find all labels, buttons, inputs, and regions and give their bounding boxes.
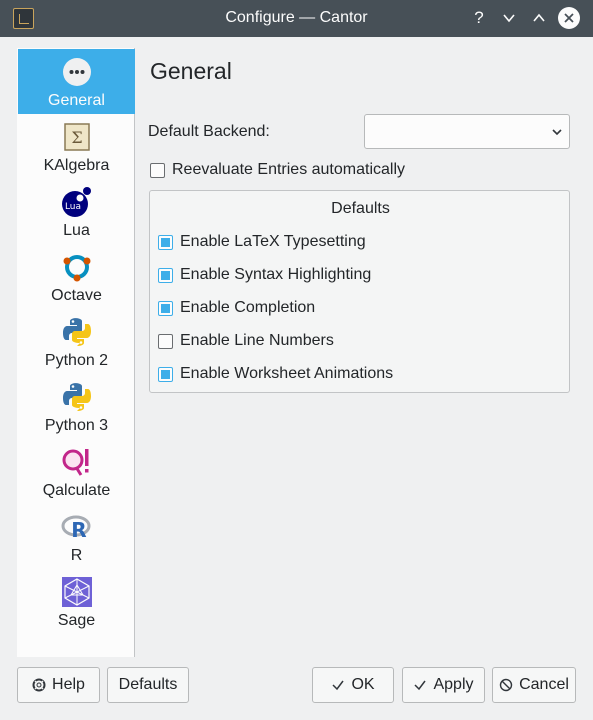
minimize-button[interactable] — [497, 6, 521, 30]
qalculate-icon — [62, 449, 89, 476]
reevaluate-checkbox[interactable]: Reevaluate Entries automatically — [150, 160, 405, 180]
sidebar-item-python3[interactable]: Python 3 — [18, 374, 135, 439]
svg-text:R: R — [71, 518, 86, 542]
checkbox-checked-icon — [158, 234, 173, 250]
svg-text:Σ: Σ — [71, 128, 82, 147]
sidebar-item-r[interactable]: R R — [18, 504, 135, 569]
maximize-button[interactable] — [527, 6, 551, 30]
latex-typesetting-label: Enable LaTeX Typesetting — [180, 233, 366, 250]
latex-typesetting-checkbox[interactable]: Enable LaTeX Typesetting — [158, 232, 366, 252]
worksheet-animations-label: Enable Worksheet Animations — [180, 365, 394, 382]
line-numbers-checkbox[interactable]: Enable Line Numbers — [158, 331, 334, 351]
cancel-button[interactable]: Cancel — [492, 667, 576, 703]
cancel-button-label: Cancel — [519, 676, 569, 693]
checkbox-checked-icon — [158, 366, 173, 382]
completion-checkbox[interactable]: Enable Completion — [158, 298, 315, 318]
help-button-label: Help — [52, 676, 85, 693]
page-list-sidebar: General Σ KAlgebra Lua Lua Octave Python… — [17, 48, 135, 657]
defaults-group: Defaults — [149, 190, 570, 393]
help-context-button[interactable]: ? — [467, 6, 491, 30]
defaults-group-title: Defaults — [331, 200, 390, 217]
sidebar-item-label: General — [48, 92, 105, 109]
sage-icon — [62, 577, 92, 607]
defaults-button-label: Defaults — [118, 676, 178, 693]
help-button[interactable]: Help — [17, 667, 100, 703]
sidebar-item-octave[interactable]: Octave — [18, 244, 135, 309]
sidebar-item-label: Octave — [51, 287, 102, 304]
r-icon: R — [61, 515, 91, 542]
sidebar-item-label: KAlgebra — [43, 157, 110, 174]
defaults-button[interactable]: Defaults — [107, 667, 189, 703]
checkbox-unchecked-icon — [158, 333, 173, 349]
worksheet-animations-checkbox[interactable]: Enable Worksheet Animations — [158, 364, 393, 384]
apply-button[interactable]: Apply — [402, 667, 485, 703]
sidebar-item-label: Python 3 — [44, 417, 109, 434]
cancel-icon — [499, 678, 513, 692]
sidebar-item-label: Qalculate — [42, 482, 111, 499]
sidebar-item-label: Sage — [57, 612, 96, 629]
checkbox-checked-icon — [158, 267, 173, 283]
kalgebra-icon: Σ — [64, 123, 90, 151]
sidebar-item-label: Lua — [63, 222, 90, 239]
settings-dots-icon — [63, 58, 91, 86]
checkmark-icon — [332, 680, 345, 691]
checkbox-checked-icon — [158, 300, 173, 316]
ok-button[interactable]: OK — [312, 667, 394, 703]
sidebar-item-label: R — [70, 547, 83, 564]
close-button[interactable] — [558, 7, 580, 29]
apply-button-label: Apply — [433, 676, 474, 693]
title-bar: Configure — Cantor ? — [0, 0, 593, 37]
syntax-highlighting-checkbox[interactable]: Enable Syntax Highlighting — [158, 265, 371, 285]
sidebar-item-sage[interactable]: Sage — [18, 569, 135, 634]
sidebar-item-python2[interactable]: Python 2 — [18, 309, 135, 374]
syntax-highlighting-label: Enable Syntax Highlighting — [180, 266, 372, 283]
page-title: General — [150, 58, 232, 84]
python-icon — [63, 318, 91, 346]
question-mark-icon: ? — [474, 8, 484, 27]
reevaluate-label: Reevaluate Entries automatically — [172, 161, 406, 178]
lua-icon: Lua — [62, 187, 91, 217]
line-numbers-label: Enable Line Numbers — [180, 332, 334, 349]
default-backend-select[interactable] — [364, 114, 570, 149]
close-icon — [564, 13, 574, 23]
checkmark-icon — [414, 680, 427, 691]
default-backend-label: Default Backend: — [148, 123, 270, 140]
sidebar-item-label: Python 2 — [44, 352, 109, 369]
sidebar-item-qalculate[interactable]: Qalculate — [18, 439, 135, 504]
sidebar-item-general[interactable]: General — [18, 49, 135, 114]
python-icon — [63, 383, 91, 411]
checkbox-unchecked-icon — [150, 162, 165, 178]
chevron-down-icon — [552, 129, 562, 136]
chevron-up-icon — [533, 13, 545, 22]
sidebar-item-lua[interactable]: Lua Lua — [18, 179, 135, 244]
sidebar-item-kalgebra[interactable]: Σ KAlgebra — [18, 114, 135, 179]
ok-button-label: OK — [351, 676, 375, 693]
octave-icon — [63, 255, 91, 282]
svg-text:Lua: Lua — [65, 202, 81, 212]
lifebuoy-icon — [32, 678, 46, 692]
chevron-down-icon — [503, 14, 515, 23]
completion-label: Enable Completion — [180, 299, 316, 316]
